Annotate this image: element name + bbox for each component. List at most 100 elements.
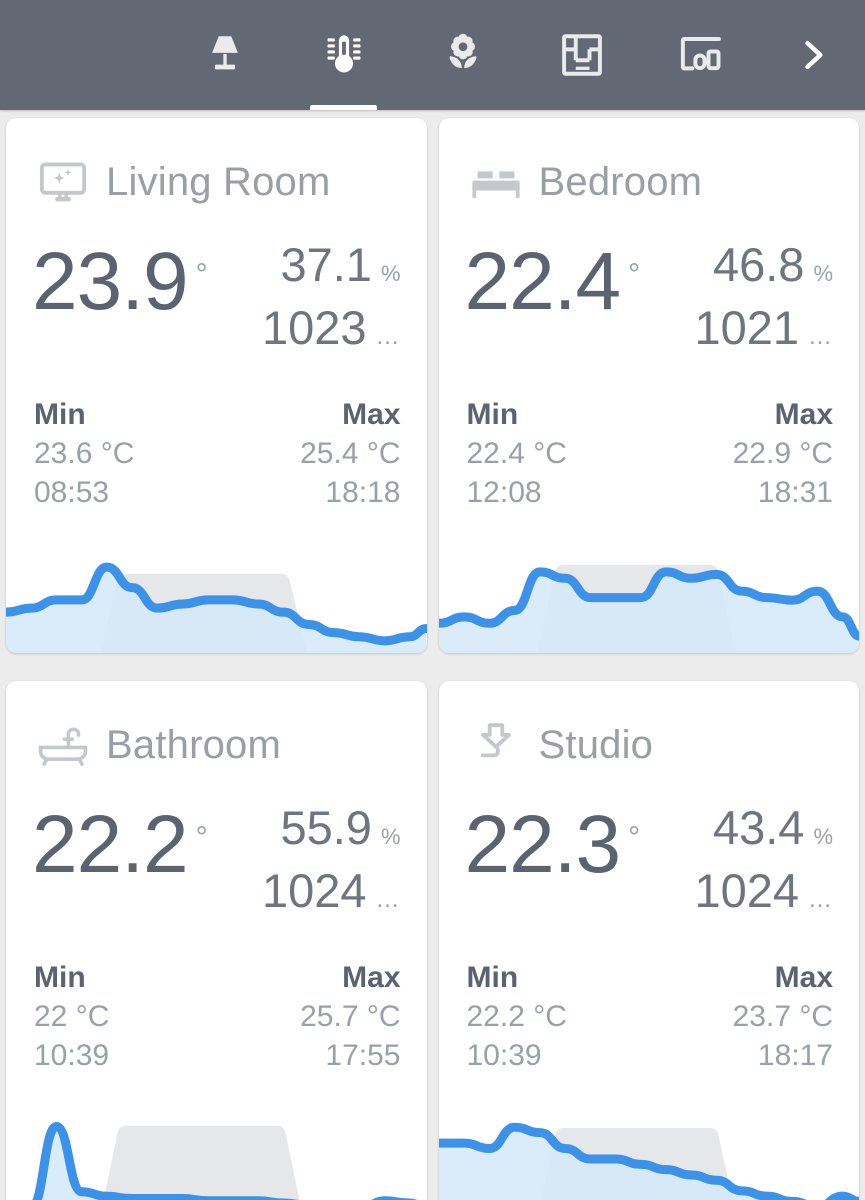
flower-icon (438, 30, 488, 80)
temperature-sparkline[interactable] (438, 543, 859, 653)
card-readings: 22.2 ° 55.9 % 1024 … (6, 777, 427, 937)
pressure-value: 1021 (694, 301, 799, 355)
min-temperature: 22.2 °C (466, 999, 567, 1033)
pressure-value: 1024 (694, 864, 799, 918)
min-column: Min 22 °C 10:39 (34, 959, 109, 1075)
min-max-block: Min 22.4 °C 12:08 Max 22.9 °C 18:31 (439, 374, 860, 512)
temperature-unit: ° (628, 258, 641, 291)
humidity-value: 46.8 (712, 238, 805, 291)
pressure-unit: … (808, 886, 833, 914)
temperature-value: 22.2 (32, 799, 189, 890)
lamp-icon (200, 30, 250, 80)
min-max-block: Min 23.6 °C 08:53 Max 25.4 °C 18:18 (6, 374, 427, 512)
card-header: Bedroom (439, 118, 860, 214)
temperature-sparkline[interactable] (6, 1106, 427, 1200)
max-temperature: 25.4 °C (300, 436, 401, 470)
chevron-right-icon (791, 33, 835, 77)
humidity-value: 55.9 (280, 801, 372, 854)
min-time: 10:39 (466, 1038, 542, 1072)
room-title: Living Room (106, 159, 331, 204)
min-label: Min (466, 398, 519, 431)
humidity-value: 43.4 (712, 801, 805, 854)
temperature-sparkline[interactable] (438, 1106, 860, 1200)
tab-devices[interactable] (641, 0, 760, 110)
temperature-value: 22.4 (464, 236, 622, 327)
pressure-unit: … (375, 323, 401, 351)
devices-icon (676, 30, 726, 80)
humidity-unit: % (813, 824, 833, 849)
bed-icon (469, 155, 523, 209)
room-card[interactable]: Bedroom 22.4 ° 46.8 % 1021 … Min 22.4 °C… (438, 118, 860, 653)
temperature-reading: 23.9 ° (32, 240, 208, 374)
max-time: 18:18 (325, 475, 401, 509)
min-column: Min 22.2 °C 10:39 (467, 959, 567, 1075)
max-column: Max 25.7 °C 17:55 (300, 959, 400, 1075)
room-card[interactable]: Living Room 23.9 ° 37.1 % 1023 … Min 23.… (6, 118, 427, 653)
humidity-unit: % (813, 261, 833, 286)
tab-bar (165, 0, 865, 110)
pressure-value: 1024 (261, 864, 367, 918)
max-column: Max 25.4 °C 18:18 (300, 396, 400, 512)
temperature-unit: ° (195, 821, 208, 854)
max-label: Max (774, 398, 833, 431)
tab-lights[interactable] (165, 0, 284, 110)
pressure-unit: … (808, 323, 833, 351)
secondary-readings: 43.4 % 1024 … (694, 803, 835, 937)
secondary-readings: 37.1 % 1023 … (262, 240, 403, 374)
room-card[interactable]: Bathroom 22.2 ° 55.9 % 1024 … Min 22 °C … (6, 681, 427, 1200)
temperature-value: 22.3 (464, 799, 622, 890)
temperature-reading: 22.3 ° (465, 803, 641, 937)
humidity-reading: 37.1 % (262, 240, 401, 290)
min-label: Min (34, 961, 86, 994)
studio-arrow-icon (469, 718, 523, 772)
humidity-reading: 43.4 % (694, 801, 833, 854)
floorplan-icon (557, 30, 607, 80)
humidity-reading: 55.9 % (262, 801, 401, 854)
temperature-unit: ° (195, 258, 208, 291)
min-column: Min 22.4 °C 12:08 (467, 396, 567, 512)
secondary-readings: 46.8 % 1021 … (694, 240, 835, 374)
min-max-block: Min 22 °C 10:39 Max 25.7 °C 17:55 (6, 937, 427, 1075)
max-temperature: 25.7 °C (300, 999, 401, 1033)
max-time: 17:55 (325, 1038, 401, 1072)
bathtub-icon (36, 718, 90, 772)
room-card[interactable]: Studio 22.3 ° 43.4 % 1024 … Min 22.2 °C … (438, 681, 860, 1200)
temperature-reading: 22.2 ° (32, 803, 208, 937)
max-label: Max (342, 398, 401, 431)
tab-plants[interactable] (403, 0, 522, 110)
pressure-reading: 1024 … (261, 864, 401, 918)
card-readings: 22.3 ° 43.4 % 1024 … (439, 777, 860, 937)
min-time: 08:53 (34, 475, 110, 509)
max-temperature: 23.7 °C (732, 999, 833, 1033)
max-label: Max (774, 961, 833, 994)
tv-sparkle-icon (36, 155, 90, 209)
card-readings: 23.9 ° 37.1 % 1023 … (6, 214, 427, 374)
tab-more[interactable] (760, 0, 865, 110)
min-max-block: Min 22.2 °C 10:39 Max 23.7 °C 18:17 (439, 937, 860, 1075)
pressure-value: 1023 (261, 301, 367, 355)
temperature-sparkline[interactable] (6, 543, 427, 653)
temperature-unit: ° (628, 821, 641, 854)
room-title: Studio (538, 722, 654, 767)
max-column: Max 22.9 °C 18:31 (733, 396, 833, 512)
card-header: Studio (439, 681, 860, 777)
humidity-reading: 46.8 % (694, 238, 833, 291)
top-toolbar (0, 0, 865, 110)
humidity-unit: % (380, 824, 401, 849)
min-column: Min 23.6 °C 08:53 (34, 396, 134, 512)
max-label: Max (342, 961, 401, 994)
min-label: Min (34, 398, 86, 431)
pressure-reading: 1024 … (694, 864, 833, 918)
temperature-value: 23.9 (32, 236, 189, 327)
min-temperature: 22 °C (34, 999, 110, 1033)
max-temperature: 22.9 °C (732, 436, 833, 470)
room-title: Bathroom (106, 722, 282, 767)
humidity-unit: % (380, 261, 401, 286)
min-temperature: 22.4 °C (466, 436, 567, 470)
max-time: 18:31 (757, 475, 833, 509)
tab-floorplan[interactable] (522, 0, 641, 110)
pressure-reading: 1023 … (261, 301, 401, 355)
room-card-grid: Living Room 23.9 ° 37.1 % 1023 … Min 23.… (0, 110, 865, 1200)
temperature-reading: 22.4 ° (465, 240, 641, 374)
tab-climate[interactable] (284, 0, 403, 110)
